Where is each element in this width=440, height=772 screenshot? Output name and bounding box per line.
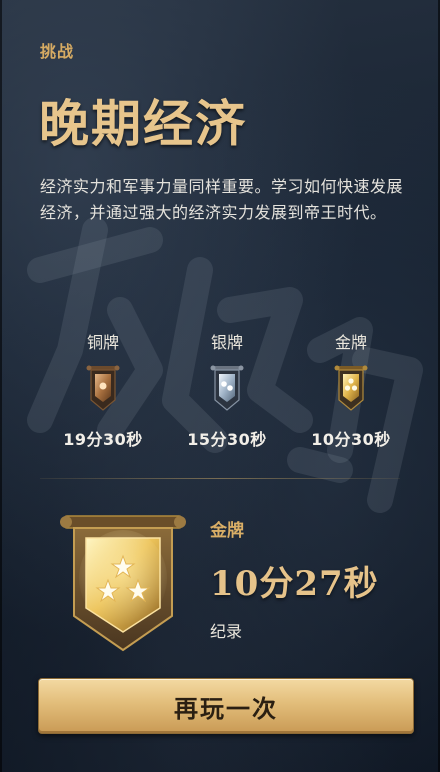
silver-medal-banner-icon <box>210 365 244 411</box>
medal-silver: 银牌 15分30秒 <box>172 332 282 450</box>
replay-button-label: 再玩一次 <box>174 694 278 723</box>
gold-medal-banner-icon <box>334 365 368 411</box>
challenge-description: 经济实力和军事力量同样重要。学习如何快速发展经济，并通过强大的经济实力发展到帝王… <box>40 177 404 222</box>
medal-bronze-time: 19分30秒 <box>63 430 143 449</box>
section-divider <box>40 478 400 479</box>
medal-bronze: 铜牌 19分30秒 <box>48 332 158 450</box>
bronze-medal-banner-icon <box>86 365 120 411</box>
medal-bronze-label: 铜牌 <box>86 333 119 352</box>
medal-gold: 金牌 10分30秒 <box>296 332 406 450</box>
result-medal-label: 金牌 <box>210 521 244 541</box>
replay-button[interactable]: 再玩一次 <box>38 678 414 734</box>
medal-silver-time: 15分30秒 <box>187 430 267 449</box>
challenge-title: 晚期经济 <box>39 94 247 153</box>
result-time: 10分27秒 <box>210 564 379 604</box>
medal-gold-time: 10分30秒 <box>311 430 391 449</box>
challenge-kicker: 挑战 <box>40 42 75 61</box>
result-record-note: 纪录 <box>210 622 243 641</box>
gold-medal-banner-large-icon <box>60 515 186 652</box>
medal-silver-label: 银牌 <box>210 333 243 352</box>
medal-gold-label: 金牌 <box>334 333 367 352</box>
challenge-result-panel: 挑战 晚期经济 经济实力和军事力量同样重要。学习如何快速发展经济，并通过强大的经… <box>0 0 440 772</box>
